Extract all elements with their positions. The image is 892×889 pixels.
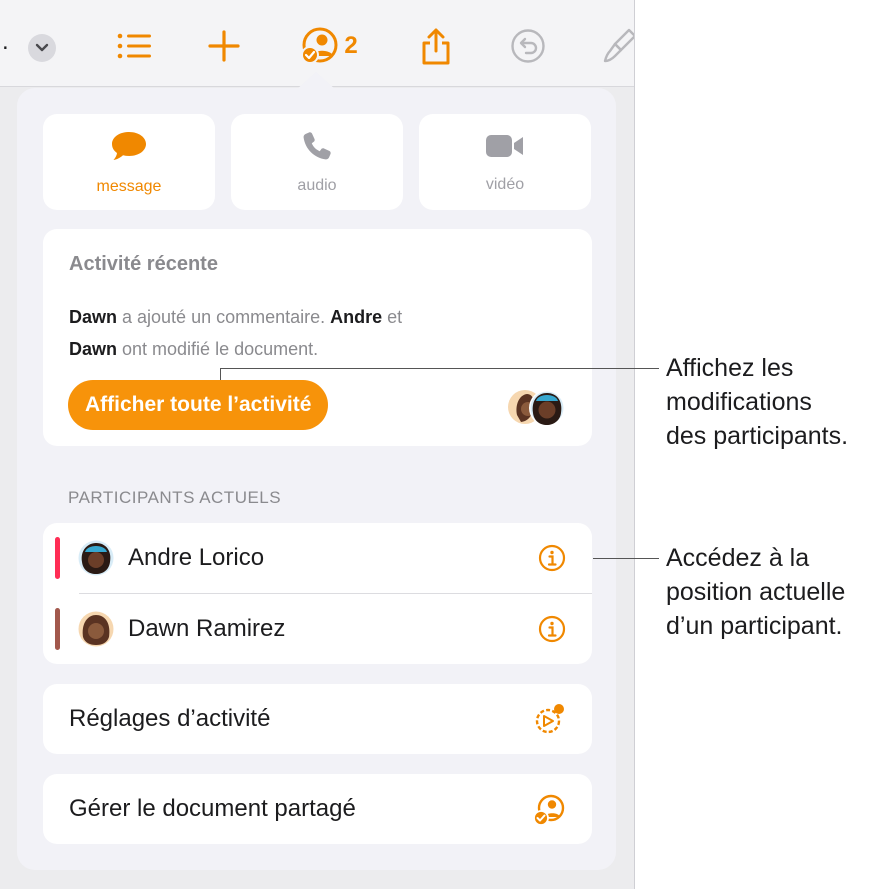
activity-name: Dawn xyxy=(69,307,118,327)
participant-color-bar xyxy=(55,537,60,579)
participant-name: Andre Lorico xyxy=(128,544,265,571)
callout-line-text: modifications xyxy=(666,388,812,416)
participant-color-bar xyxy=(55,608,60,650)
activity-summary: Dawn a ajouté un commentaire. Andre et D… xyxy=(69,301,489,365)
participants-list: Andre Lorico Dawn Ramirez xyxy=(43,523,592,664)
callout-leader-line xyxy=(220,368,221,380)
speech-bubble-icon xyxy=(110,129,148,168)
activity-text: a ajouté un commentaire. xyxy=(117,307,331,327)
callout-view-changes: Affichez les modifications des participa… xyxy=(666,351,848,453)
participants-section-header: PARTICIPANTS ACTUELS xyxy=(68,488,282,507)
callout-leader-line xyxy=(220,368,659,369)
audio-button[interactable]: audio xyxy=(231,114,403,210)
activity-name: Dawn xyxy=(69,339,118,359)
activity-settings-row[interactable]: Réglages d’activité xyxy=(43,684,592,754)
participant-row[interactable]: Andre Lorico xyxy=(43,523,592,594)
share-icon[interactable] xyxy=(416,28,456,65)
collaboration-icon xyxy=(298,27,340,65)
collaboration-popover: message audio vidéo Activité récente Daw… xyxy=(17,88,616,870)
undo-icon[interactable] xyxy=(508,28,548,64)
participant-avatar xyxy=(78,540,114,576)
callout-line-text: d’un participant. xyxy=(666,612,843,640)
collaboration-button[interactable]: 2 xyxy=(290,27,366,65)
activity-title: Activité récente xyxy=(69,253,218,275)
video-camera-icon xyxy=(484,131,526,166)
phone-icon xyxy=(301,130,333,167)
activity-avatars xyxy=(507,385,567,429)
callout-line-text: position actuelle xyxy=(666,578,846,606)
participant-row[interactable]: Dawn Ramirez xyxy=(43,594,592,664)
show-all-activity-button[interactable]: Afficher toute l’activité xyxy=(68,380,329,430)
callout-line-text: Affichez les xyxy=(666,354,794,382)
activity-text: ont modifié le document. xyxy=(117,339,319,359)
info-icon[interactable] xyxy=(538,544,566,572)
manage-shared-document-row[interactable]: Gérer le document partagé xyxy=(43,774,592,844)
callout-line-text: des participants. xyxy=(666,422,849,450)
recent-activity-card: Activité récente Dawn a ajouté un commen… xyxy=(43,229,592,446)
audio-label: audio xyxy=(297,176,337,194)
callout-leader-line xyxy=(593,558,659,559)
ipad-screen: . 2 message audio vidéo Activité récente… xyxy=(0,0,635,889)
participant-avatar xyxy=(78,611,114,647)
video-label: vidéo xyxy=(485,175,525,193)
manage-shared-document-label: Gérer le document partagé xyxy=(69,795,356,822)
video-button[interactable]: vidéo xyxy=(419,114,591,210)
plus-icon[interactable] xyxy=(204,28,244,64)
more-indicator: . xyxy=(2,28,9,55)
collaborator-count: 2 xyxy=(344,32,358,59)
message-button[interactable]: message xyxy=(43,114,215,210)
activity-settings-icon xyxy=(532,703,566,737)
message-label: message xyxy=(96,177,162,195)
callout-line-text: Accédez à la xyxy=(666,544,810,572)
collaboration-icon xyxy=(532,793,566,827)
callout-participant-location: Accédez à la position actuelle d’un part… xyxy=(666,541,845,643)
list-icon[interactable] xyxy=(113,28,155,64)
chevron-down-icon[interactable] xyxy=(28,34,56,62)
participant-name: Dawn Ramirez xyxy=(128,615,286,642)
info-icon[interactable] xyxy=(538,615,566,643)
activity-settings-label: Réglages d’activité xyxy=(69,705,271,732)
brush-icon[interactable] xyxy=(600,28,634,64)
activity-text: et xyxy=(382,307,403,327)
activity-name: Andre xyxy=(330,307,383,327)
